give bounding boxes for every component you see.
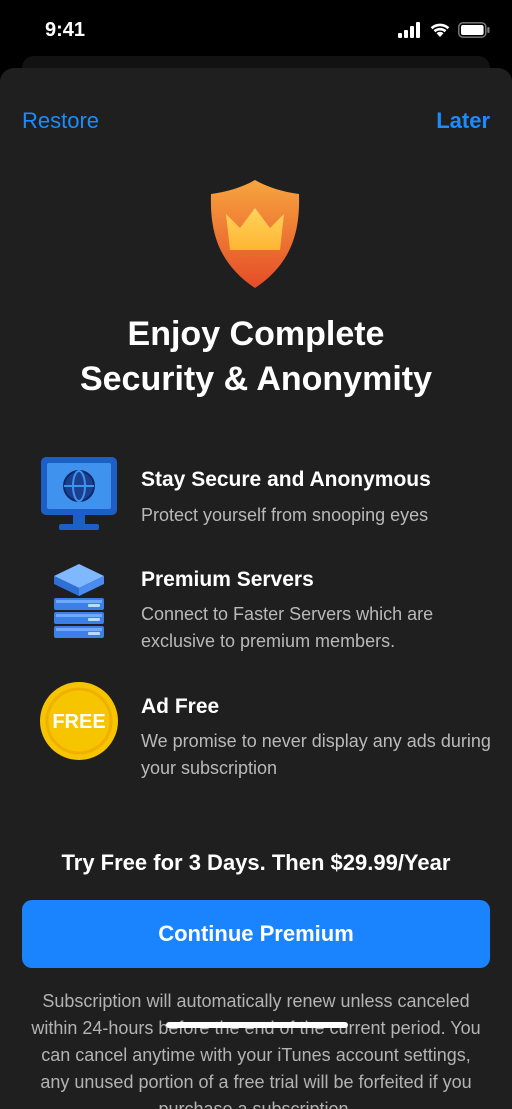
restore-button[interactable]: Restore [22,108,99,134]
status-bar: 9:41 [0,0,512,62]
monitor-globe-icon [41,457,117,530]
later-button[interactable]: Later [436,108,490,134]
wifi-icon [430,23,450,37]
feature-title: Premium Servers [141,568,314,591]
shield-crown-icon [210,180,300,288]
battery-icon [458,22,490,38]
feature-description: Connect to Faster Servers which are excl… [141,604,434,651]
legal-text: Subscription will automatically renew un… [31,991,481,1109]
server-stack-icon [54,564,104,638]
feature-description: We promise to never display any ads duri… [141,731,491,778]
title-line-2: Security & Anonymity [79,360,433,398]
feature-description: Protect yourself from snooping eyes [141,505,429,525]
title-line-1: Enjoy Complete [127,315,385,353]
status-time: 9:41 [45,19,86,41]
home-indicator[interactable] [166,1022,348,1028]
feature-title: Ad Free [141,695,220,718]
free-coin-icon: FREE [40,682,118,760]
trial-price-text: Try Free for 3 Days. Then $29.99/Year [61,850,451,875]
page-title: Enjoy Complete Security & Anonymity [0,312,512,402]
status-icons [398,22,490,38]
paywall-sheet: Restore Later Enjoy Complete Security & … [0,68,512,1109]
free-badge-text: FREE [52,711,105,733]
cellular-signal-icon [398,22,420,38]
feature-title: Stay Secure and Anonymous [141,468,431,491]
continue-premium-button[interactable]: Continue Premium [22,900,490,968]
